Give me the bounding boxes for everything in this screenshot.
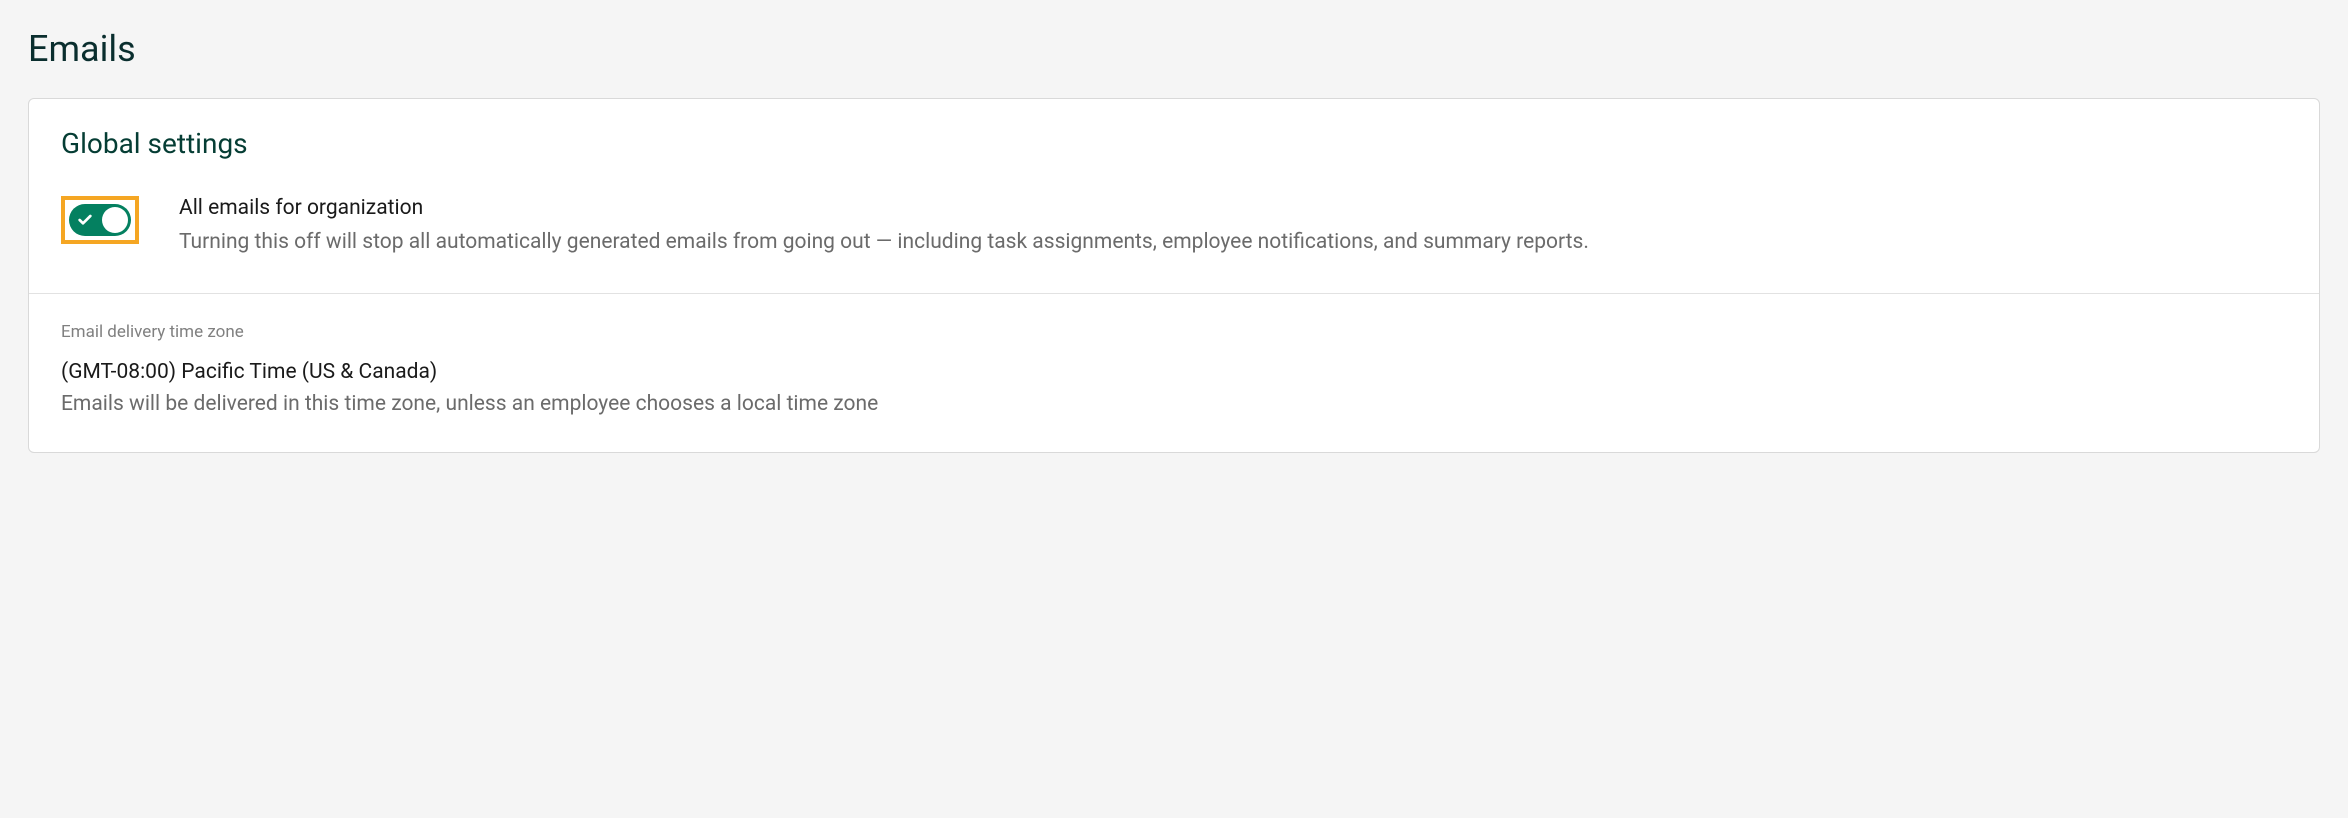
all-emails-toggle[interactable] <box>69 204 131 236</box>
settings-card: Global settings All emails for organizat… <box>28 98 2320 453</box>
timezone-section: Email delivery time zone (GMT-08:00) Pac… <box>29 293 2319 452</box>
toggle-highlight-box <box>61 196 139 244</box>
toggle-text-block: All emails for organization Turning this… <box>179 196 2287 257</box>
toggle-knob <box>102 207 128 233</box>
all-emails-toggle-label: All emails for organization <box>179 196 2287 220</box>
page-title: Emails <box>28 28 2320 70</box>
timezone-field-label: Email delivery time zone <box>61 322 2287 342</box>
global-settings-section: Global settings All emails for organizat… <box>29 99 2319 293</box>
all-emails-toggle-row: All emails for organization Turning this… <box>61 196 2287 257</box>
timezone-value: (GMT-08:00) Pacific Time (US & Canada) <box>61 360 2287 384</box>
timezone-description: Emails will be delivered in this time zo… <box>61 392 2287 416</box>
global-settings-heading: Global settings <box>61 127 2287 160</box>
check-icon <box>77 212 93 228</box>
all-emails-toggle-description: Turning this off will stop all automatic… <box>179 228 2287 257</box>
